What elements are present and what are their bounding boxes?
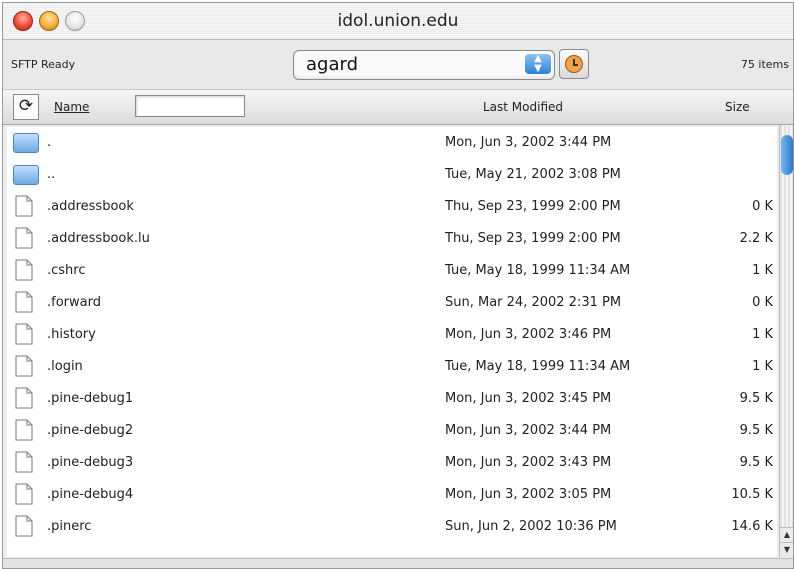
scroll-up-arrow[interactable]: ▲ xyxy=(780,527,793,542)
file-row[interactable]: .addressbook.lu Thu, Sep 23, 1999 2:00 PM… xyxy=(7,223,777,255)
file-name: .pine-debug3 xyxy=(47,455,134,470)
file-row[interactable]: .pine-debug2 Mon, Jun 3, 2002 3:44 PM 9.5 … xyxy=(7,415,777,447)
file-modified: Mon, Jun 3, 2002 3:45 PM xyxy=(445,391,612,406)
file-modified: Tue, May 21, 2002 3:08 PM xyxy=(445,167,621,182)
file-modified: Mon, Jun 3, 2002 3:46 PM xyxy=(445,327,612,342)
file-name: .forward xyxy=(47,295,101,310)
file-modified: Sun, Mar 24, 2002 2:31 PM xyxy=(445,295,622,310)
file-row[interactable]: .pine-debug1 Mon, Jun 3, 2002 3:45 PM 9.5 … xyxy=(7,383,777,415)
file-name: . xyxy=(47,135,52,150)
filter-input[interactable] xyxy=(135,95,245,117)
file-name: .addressbook xyxy=(47,199,134,214)
document-icon xyxy=(15,195,33,217)
file-name: .pine-debug1 xyxy=(47,391,134,406)
file-name: .cshrc xyxy=(47,263,86,278)
file-row[interactable]: .history Mon, Jun 3, 2002 3:46 PM 1 K xyxy=(7,319,777,351)
file-row[interactable]: .pine-debug3 Mon, Jun 3, 2002 3:43 PM 9.5 … xyxy=(7,447,777,479)
list-header: ⟳ Name Last Modified Size xyxy=(3,90,793,125)
document-icon xyxy=(15,291,33,313)
file-size: 0 K xyxy=(752,295,773,310)
document-icon xyxy=(15,515,33,537)
file-modified: Sun, Jun 2, 2002 10:36 PM xyxy=(445,519,617,534)
column-name[interactable]: Name xyxy=(54,100,89,114)
file-size: 10.5 K xyxy=(731,487,773,502)
file-row[interactable]: .login Tue, May 18, 1999 11:34 AM 1 K xyxy=(7,351,777,383)
document-icon xyxy=(15,259,33,281)
file-modified: Mon, Jun 3, 2002 3:44 PM xyxy=(445,423,612,438)
file-name: .pine-debug2 xyxy=(47,423,134,438)
document-icon xyxy=(15,387,33,409)
document-icon xyxy=(15,323,33,345)
directory-popup[interactable]: agard ▲ ▼ xyxy=(293,50,555,80)
file-size: 9.5 K xyxy=(739,423,773,438)
toolbar: SFTP Ready agard ▲ ▼ 75 items xyxy=(3,40,793,90)
file-modified: Thu, Sep 23, 1999 2:00 PM xyxy=(445,199,621,214)
file-size: 14.6 K xyxy=(731,519,773,534)
file-row[interactable]: .addressbook Thu, Sep 23, 1999 2:00 PM 0 K xyxy=(7,191,777,223)
file-modified: Tue, May 18, 1999 11:34 AM xyxy=(445,263,631,278)
file-row[interactable]: . Mon, Jun 3, 2002 3:44 PM xyxy=(7,127,777,159)
title-bar[interactable]: idol.union.edu xyxy=(3,3,793,40)
file-modified: Thu, Sep 23, 1999 2:00 PM xyxy=(445,231,621,246)
refresh-button[interactable]: ⟳ xyxy=(13,94,39,120)
file-size: 9.5 K xyxy=(739,391,773,406)
file-modified: Tue, May 18, 1999 11:34 AM xyxy=(445,359,631,374)
file-list: . Mon, Jun 3, 2002 3:44 PM.. Tue, May 21, … xyxy=(7,127,777,557)
file-name: .history xyxy=(47,327,96,342)
file-size: 2.2 K xyxy=(739,231,773,246)
vertical-scrollbar[interactable]: ▲ ▼ xyxy=(779,125,793,557)
history-button[interactable] xyxy=(559,49,589,79)
popup-arrows-icon: ▲ ▼ xyxy=(525,54,551,74)
ftp-window: idol.union.edu SFTP Ready agard ▲ ▼ 75 it… xyxy=(2,2,794,569)
document-icon xyxy=(15,419,33,441)
scroll-down-arrow[interactable]: ▼ xyxy=(780,542,793,557)
file-size: 1 K xyxy=(752,359,773,374)
item-count: 75 items xyxy=(740,58,789,71)
file-size: 9.5 K xyxy=(739,455,773,470)
column-size[interactable]: Size xyxy=(725,100,750,114)
file-name: .login xyxy=(47,359,83,374)
clock-icon xyxy=(565,55,583,73)
file-size: 1 K xyxy=(752,263,773,278)
document-icon xyxy=(15,227,33,249)
file-modified: Mon, Jun 3, 2002 3:05 PM xyxy=(445,487,612,502)
file-size: 0 K xyxy=(752,199,773,214)
file-row[interactable]: .pine-debug4 Mon, Jun 3, 2002 3:05 PM 10.5… xyxy=(7,479,777,511)
document-icon xyxy=(15,355,33,377)
file-row[interactable]: .cshrc Tue, May 18, 1999 11:34 AM 1 K xyxy=(7,255,777,287)
file-row[interactable]: .pinerc Sun, Jun 2, 2002 10:36 PM 14.6 K xyxy=(7,511,777,543)
column-last-modified[interactable]: Last Modified xyxy=(483,100,563,114)
file-name: .pinerc xyxy=(47,519,92,534)
refresh-icon: ⟳ xyxy=(18,96,34,116)
file-size: 1 K xyxy=(752,327,773,342)
directory-value: agard xyxy=(306,54,358,75)
file-modified: Mon, Jun 3, 2002 3:43 PM xyxy=(445,455,612,470)
connection-status: SFTP Ready xyxy=(11,58,76,71)
file-name: .. xyxy=(47,167,56,182)
document-icon xyxy=(15,483,33,505)
folder-icon xyxy=(13,165,39,185)
window-title: idol.union.edu xyxy=(337,11,459,31)
folder-icon xyxy=(13,133,39,153)
file-row[interactable]: .. Tue, May 21, 2002 3:08 PM xyxy=(7,159,777,191)
file-modified: Mon, Jun 3, 2002 3:44 PM xyxy=(445,135,612,150)
file-name: .pine-debug4 xyxy=(47,487,134,502)
status-footer xyxy=(3,558,793,568)
scroll-thumb[interactable] xyxy=(781,135,793,175)
file-name: .addressbook.lu xyxy=(47,231,150,246)
document-icon xyxy=(15,451,33,473)
file-row[interactable]: .forward Sun, Mar 24, 2002 2:31 PM 0 K xyxy=(7,287,777,319)
